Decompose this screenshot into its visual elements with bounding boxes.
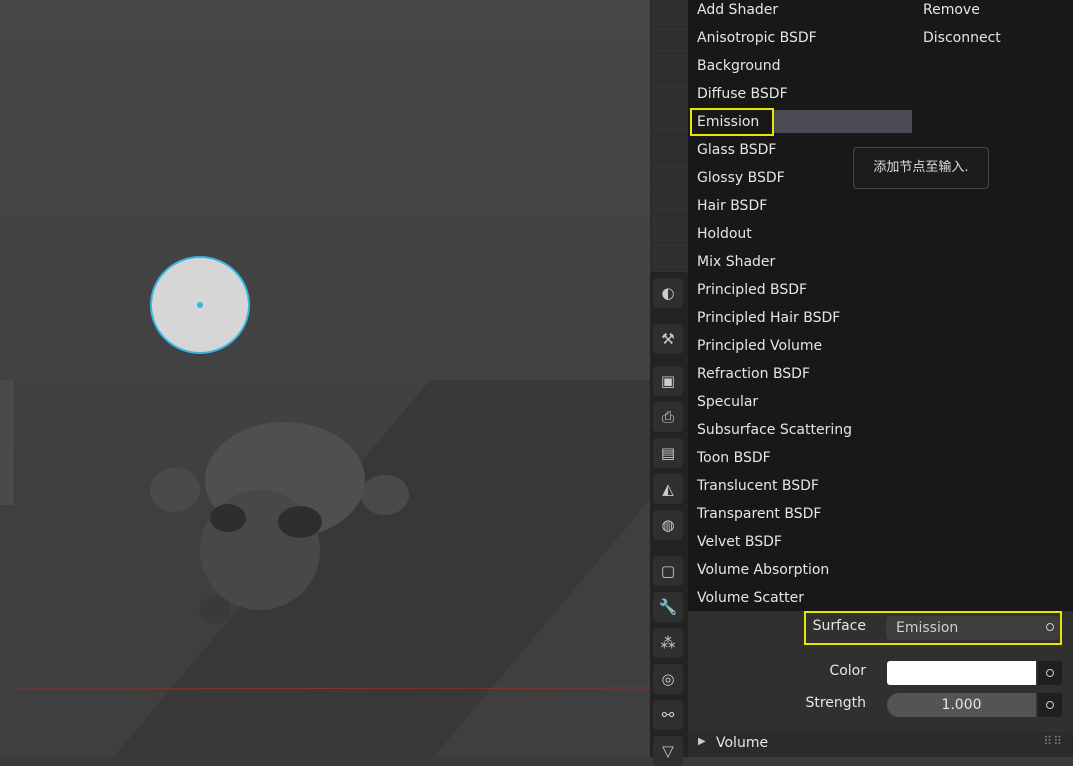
menu-item-principled-hair-bsdf[interactable]: Principled Hair BSDF <box>697 308 840 336</box>
menu-item-disconnect[interactable]: Disconnect <box>923 28 1001 56</box>
3d-viewport[interactable] <box>0 0 650 757</box>
volume-panel-header[interactable]: ▶ Volume ⠿⠿ <box>688 732 1073 757</box>
object-icon[interactable]: ▢ <box>653 556 683 586</box>
menu-item-translucent-bsdf[interactable]: Translucent BSDF <box>697 476 819 504</box>
disclosure-triangle-icon: ▶ <box>698 736 706 747</box>
surface-shader-value: Emission <box>896 620 959 636</box>
menu-item-glass-bsdf[interactable]: Glass BSDF <box>697 140 776 168</box>
menu-item-add-shader[interactable]: Add Shader <box>697 0 778 28</box>
menu-item-mix-shader[interactable]: Mix Shader <box>697 252 775 280</box>
surface-shader-selector[interactable]: Emission <box>886 616 1060 640</box>
color-socket-icon[interactable] <box>1046 669 1054 677</box>
menu-item-anisotropic-bsdf[interactable]: Anisotropic BSDF <box>697 28 817 56</box>
emission-highlight-box <box>690 108 774 136</box>
tooltip: 添加节点至输入. <box>853 147 989 189</box>
menu-item-toon-bsdf[interactable]: Toon BSDF <box>697 448 771 476</box>
color-swatch[interactable] <box>887 661 1036 685</box>
strength-field[interactable]: 1.000 <box>887 693 1036 717</box>
menu-item-volume-scatter[interactable]: Volume Scatter <box>697 588 804 616</box>
menu-item-principled-bsdf[interactable]: Principled BSDF <box>697 280 807 308</box>
view-layer-icon[interactable]: ▤ <box>653 438 683 468</box>
particles-icon[interactable]: ⁂ <box>653 628 683 658</box>
menu-item-refraction-bsdf[interactable]: Refraction BSDF <box>697 364 810 392</box>
render-icon[interactable]: ▣ <box>653 366 683 396</box>
menu-item-background[interactable]: Background <box>697 56 781 84</box>
color-label: Color <box>829 663 866 679</box>
menu-item-hair-bsdf[interactable]: Hair BSDF <box>697 196 767 224</box>
strength-socket-button[interactable] <box>1038 693 1062 717</box>
menu-item-volume-absorption[interactable]: Volume Absorption <box>697 560 829 588</box>
world-icon[interactable]: ◍ <box>653 510 683 540</box>
physics-icon[interactable]: ◎ <box>653 664 683 694</box>
volume-label: Volume <box>716 735 769 751</box>
scene-icon[interactable]: ◭ <box>653 474 683 504</box>
menu-item-remove[interactable]: Remove <box>923 0 980 28</box>
output-icon[interactable]: ⎙ <box>653 402 683 432</box>
drag-handle-icon[interactable]: ⠿⠿ <box>1043 734 1063 748</box>
suzanne-mesh[interactable] <box>150 420 410 630</box>
strength-label: Strength <box>805 695 866 711</box>
menu-item-holdout[interactable]: Holdout <box>697 224 752 252</box>
scene-cube[interactable] <box>0 380 15 505</box>
tool-icon[interactable]: ⚒ <box>653 324 683 354</box>
menu-hover-bar <box>774 110 912 133</box>
menu-item-principled-volume[interactable]: Principled Volume <box>697 336 822 364</box>
strength-socket-icon[interactable] <box>1046 701 1054 709</box>
surface-socket-icon[interactable] <box>1046 623 1054 631</box>
data-icon[interactable]: ▽ <box>653 736 683 766</box>
menu-item-velvet-bsdf[interactable]: Velvet BSDF <box>697 532 782 560</box>
surface-label: Surface <box>812 618 866 634</box>
menu-item-specular[interactable]: Specular <box>697 392 758 420</box>
menu-item-transparent-bsdf[interactable]: Transparent BSDF <box>697 504 821 532</box>
modifier-icon[interactable]: 🔧 <box>653 592 683 622</box>
menu-item-subsurface-scattering[interactable]: Subsurface Scattering <box>697 420 852 448</box>
menu-item-glossy-bsdf[interactable]: Glossy BSDF <box>697 168 785 196</box>
point-light-object[interactable] <box>150 256 250 354</box>
properties-tabs: ◐ ⚒ ▣ ⎙ ▤ ◭ ◍ ▢ 🔧 ⁂ ◎ ⚯ ▽ <box>650 272 688 766</box>
constraints-icon[interactable]: ⚯ <box>653 700 683 730</box>
light-origin <box>197 302 203 308</box>
toggle-icon[interactable]: ◐ <box>653 278 683 308</box>
color-socket-button[interactable] <box>1038 661 1062 685</box>
shader-menu[interactable]: Add Shader Anisotropic BSDF Background D… <box>688 0 1073 611</box>
